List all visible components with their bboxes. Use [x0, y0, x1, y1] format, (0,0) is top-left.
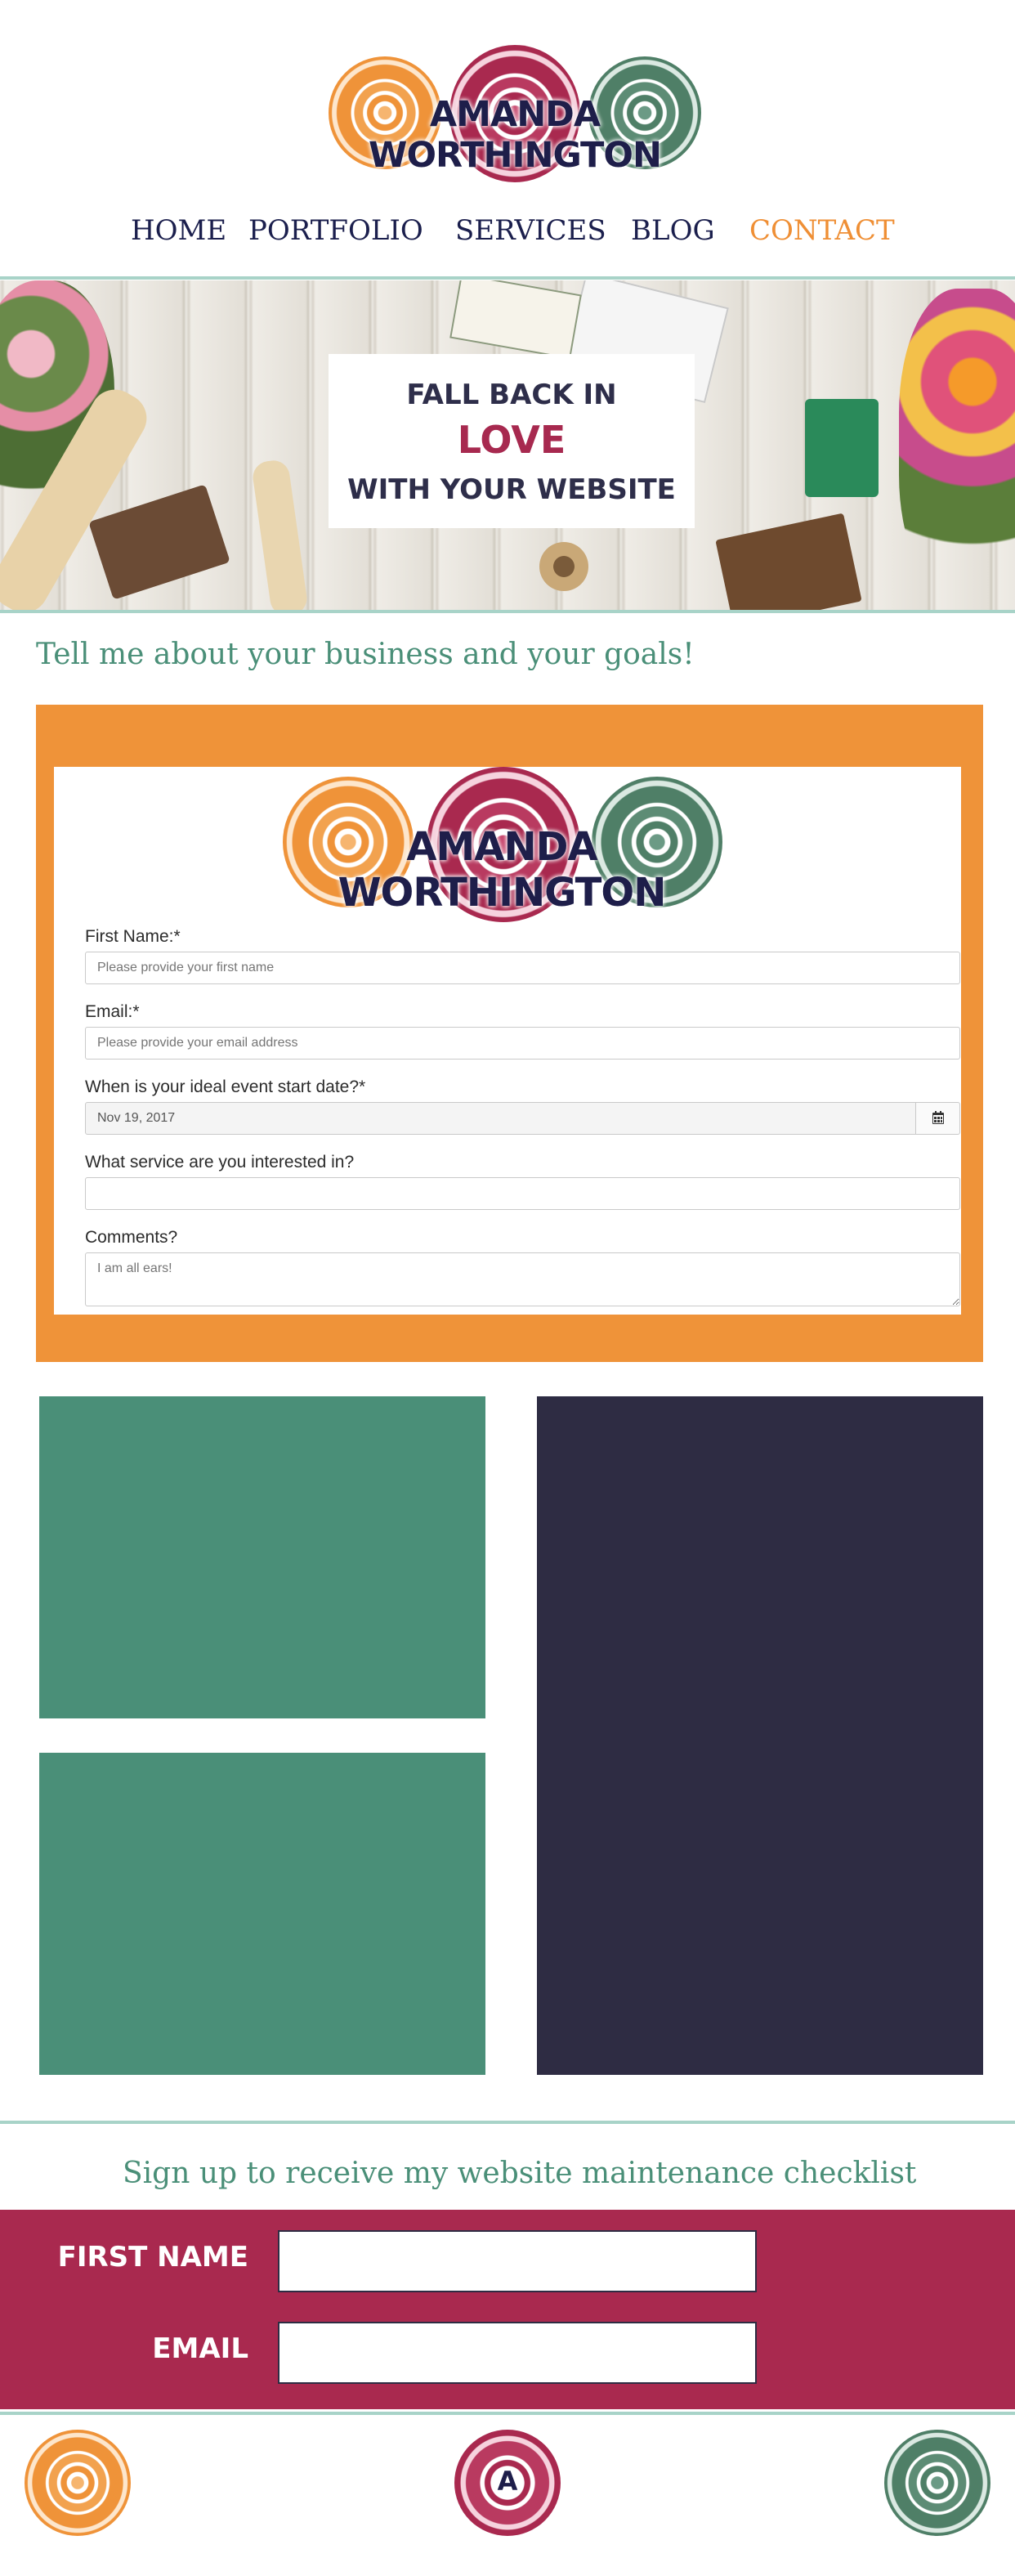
feature-block-2: [39, 1753, 485, 2075]
notebook: [449, 280, 582, 360]
twine-spool: [539, 542, 588, 591]
hero-divider: [0, 610, 1015, 613]
footer-monogram[interactable]: A: [454, 2430, 561, 2536]
event-date-input[interactable]: [85, 1102, 916, 1135]
signup-first-name-input[interactable]: [278, 2230, 757, 2292]
email-label: Email:*: [85, 1002, 140, 1021]
paper-roll: [250, 458, 310, 612]
nav-divider: [0, 276, 1015, 280]
green-foam-block: [805, 399, 879, 497]
flower-bouquet-right: [899, 289, 1015, 599]
signup-email-input[interactable]: [278, 2322, 757, 2384]
footer-divider: [0, 2412, 1015, 2415]
nav-services[interactable]: SERVICES: [455, 214, 606, 247]
nav-home[interactable]: HOME: [131, 214, 226, 247]
email-input[interactable]: [85, 1027, 960, 1060]
comments-textarea[interactable]: [85, 1252, 960, 1306]
calendar-icon: [932, 1111, 944, 1124]
contact-form: AMANDA WORTHINGTON First Name:* Email:* …: [54, 767, 961, 1315]
site-logo[interactable]: AMANDA WORTHINGTON: [327, 45, 703, 184]
wooden-box: [88, 484, 230, 600]
comments-label: Comments?: [85, 1228, 178, 1247]
signup-heading: Sign up to receive my website maintenanc…: [123, 2157, 917, 2190]
calendar-button[interactable]: [916, 1102, 960, 1135]
orange-medallion-icon: [25, 2430, 131, 2536]
green-medallion-icon: [884, 2430, 990, 2536]
nav-portfolio[interactable]: PORTFOLIO: [248, 214, 423, 247]
service-label: What service are you interested in?: [85, 1153, 355, 1172]
hero-banner: FALL BACK IN LOVE WITH YOUR WEBSITE: [0, 280, 1015, 612]
contact-form-frame: AMANDA WORTHINGTON First Name:* Email:* …: [36, 705, 983, 1362]
monogram-letter: A: [497, 2466, 518, 2497]
nav-blog[interactable]: BLOG: [631, 214, 715, 247]
first-name-input[interactable]: [85, 952, 960, 984]
hero-callout: FALL BACK IN LOVE WITH YOUR WEBSITE: [329, 354, 695, 528]
form-logo: AMANDA WORTHINGTON: [281, 767, 722, 922]
signup-email-label: EMAIL: [152, 2332, 248, 2365]
hero-line-2: LOVE: [457, 418, 566, 462]
logo-wordmark: AMANDA WORTHINGTON: [369, 94, 662, 176]
first-name-label: First Name:*: [85, 927, 181, 946]
wooden-crate: [715, 513, 862, 612]
signup-first-name-label: FIRST NAME: [57, 2241, 248, 2274]
contact-heading: Tell me about your business and your goa…: [36, 638, 695, 671]
feature-block-1: [39, 1396, 485, 1718]
form-logo-wordmark: AMANDA WORTHINGTON: [338, 824, 667, 916]
signup-form: FIRST NAME EMAIL: [0, 2210, 1015, 2409]
signup-divider: [0, 2121, 1015, 2124]
service-input[interactable]: [85, 1177, 960, 1210]
hero-line-3: WITH YOUR WEBSITE: [347, 473, 676, 506]
event-date-label: When is your ideal event start date?*: [85, 1077, 366, 1096]
hero-line-1: FALL BACK IN: [406, 379, 617, 411]
feature-block-3: [537, 1396, 983, 2075]
nav-contact[interactable]: CONTACT: [749, 214, 895, 247]
main-nav: HOME PORTFOLIO SERVICES BLOG CONTACT: [0, 214, 1015, 255]
